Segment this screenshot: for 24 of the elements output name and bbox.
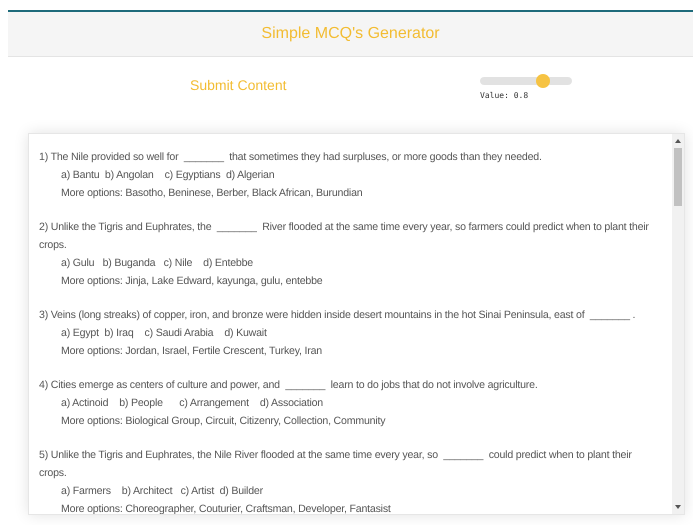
answer-options: a) Actinoid b) People c) Arrangement d) Association xyxy=(39,394,652,412)
slider-value: Value: 0.8 xyxy=(480,91,530,100)
question-text: 5) Unlike the Tigris and Euphrates, the Nile River flooded at the same time every year, so _______ could predict when to plant their crops. xyxy=(39,448,633,481)
question-text: 3) Veins (long streaks) of copper, iron, and bronze were hidden inside desert mountains in the hot Sinai Peninsula, east of _______ . xyxy=(39,308,636,323)
submit-button[interactable]: Submit Content xyxy=(190,75,300,95)
slider-track[interactable] xyxy=(480,77,572,85)
scroll-up-icon[interactable] xyxy=(675,139,681,143)
more-options: More options: Jordan, Israel, Fertile Crescent, Turkey, Iran xyxy=(39,342,652,360)
question-text: 1) The Nile provided so well for _______ that sometimes they had surpluses, or more goods than they needed. xyxy=(39,150,543,165)
more-options: More options: Jinja, Lake Edward, kayunga, gulu, entebbe xyxy=(39,272,652,290)
more-options: More options: Choreographer, Couturier, Craftsman, Developer, Fantasist xyxy=(39,500,652,514)
app-title: Simple MCQ's Generator xyxy=(261,25,440,43)
answer-options: a) Egypt b) Iraq c) Saudi Arabia d) Kuwait xyxy=(39,324,652,342)
question-text: 4) Cities emerge as centers of culture and power, and _______ learn to do jobs that do not involve agriculture. xyxy=(39,378,539,393)
answer-options: a) Bantu b) Angolan c) Egyptians d) Algerian xyxy=(39,166,652,184)
more-options: More options: Basotho, Beninese, Berber, Black African, Burundian xyxy=(39,184,652,202)
scrollbar[interactable] xyxy=(672,134,684,514)
answer-options: a) Gulu b) Buganda c) Nile d) Entebbe xyxy=(39,254,652,272)
answer-options: a) Farmers b) Architect c) Artist d) Builder xyxy=(39,482,652,500)
question-text: 2) Unlike the Tigris and Euphrates, the _______ River flooded at the same time every year, so farmers could predict when to plant their crops. xyxy=(39,220,650,253)
slider-thumb[interactable] xyxy=(536,74,550,88)
scroll-down-icon[interactable] xyxy=(675,505,681,509)
more-options: More options: Biological Group, Circuit, Citizenry, Collection, Community xyxy=(39,412,652,430)
scroll-thumb[interactable] xyxy=(674,148,682,206)
